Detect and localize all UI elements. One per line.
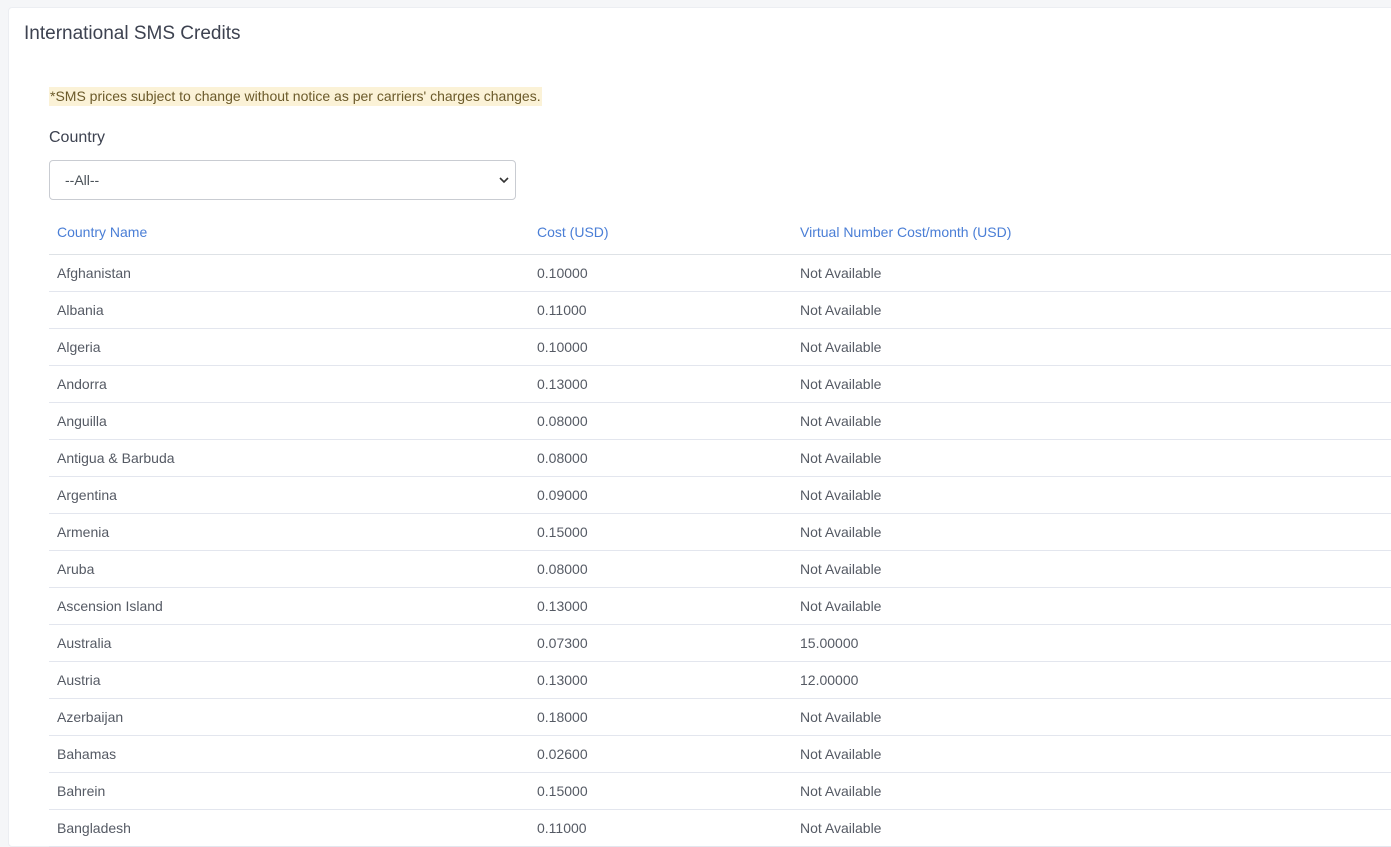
cell-country-name: Bahrein (57, 783, 106, 799)
cell-virtual-number-cost: Not Available (800, 709, 882, 725)
cell-cost: 0.11000 (537, 820, 587, 836)
cell-country-name: Aruba (57, 561, 95, 577)
cell-country-name: Algeria (57, 339, 101, 355)
cell-cost: 0.08000 (537, 413, 588, 429)
table-row: Afghanistan 0.10000 Not Available (49, 255, 1391, 292)
cell-virtual-number-cost: Not Available (800, 450, 882, 466)
cell-cost: 0.07300 (537, 635, 588, 651)
header-cost[interactable]: Cost (USD) (537, 224, 609, 240)
table-row: Algeria 0.10000 Not Available (49, 329, 1391, 366)
cell-cost: 0.13000 (537, 376, 588, 392)
table-row: Bangladesh 0.11000 Not Available (49, 810, 1391, 847)
country-select-value: --All-- (65, 172, 100, 188)
table-row: Austria 0.13000 12.00000 (49, 662, 1391, 699)
table-row: Andorra 0.13000 Not Available (49, 366, 1391, 403)
header-virtual-number-cost[interactable]: Virtual Number Cost/month (USD) (800, 224, 1011, 240)
table-row: Australia 0.07300 15.00000 (49, 625, 1391, 662)
cell-virtual-number-cost: 12.00000 (800, 672, 859, 688)
cell-country-name: Azerbaijan (57, 709, 124, 725)
country-select[interactable]: --All-- (49, 160, 516, 200)
cell-virtual-number-cost: Not Available (800, 598, 882, 614)
cell-country-name: Bangladesh (57, 820, 131, 836)
price-notice: *SMS prices subject to change without no… (49, 87, 542, 106)
cell-cost: 0.11000 (537, 302, 587, 318)
cell-virtual-number-cost: Not Available (800, 746, 882, 762)
cell-virtual-number-cost: Not Available (800, 820, 882, 836)
cell-virtual-number-cost: Not Available (800, 487, 882, 503)
sms-credits-card: International SMS Credits *SMS prices su… (8, 7, 1391, 847)
cell-virtual-number-cost: Not Available (800, 413, 882, 429)
cell-country-name: Austria (57, 672, 101, 688)
cell-virtual-number-cost: 15.00000 (800, 635, 859, 651)
table-row: Antigua & Barbuda 0.08000 Not Available (49, 440, 1391, 477)
cell-country-name: Albania (57, 302, 104, 318)
cell-cost: 0.02600 (537, 746, 588, 762)
table-row: Aruba 0.08000 Not Available (49, 551, 1391, 588)
header-country-name[interactable]: Country Name (57, 224, 147, 240)
cell-cost: 0.10000 (537, 265, 588, 281)
cell-cost: 0.13000 (537, 598, 588, 614)
cell-cost: 0.08000 (537, 561, 588, 577)
country-label: Country (49, 129, 106, 146)
cell-cost: 0.15000 (537, 783, 588, 799)
cell-virtual-number-cost: Not Available (800, 783, 882, 799)
table-row: Bahrein 0.15000 Not Available (49, 773, 1391, 810)
cell-country-name: Ascension Island (57, 598, 163, 614)
cell-cost: 0.18000 (537, 709, 588, 725)
chevron-down-icon (499, 177, 509, 184)
cell-country-name: Anguilla (57, 413, 107, 429)
cell-country-name: Australia (57, 635, 112, 651)
table-row: Anguilla 0.08000 Not Available (49, 403, 1391, 440)
cell-virtual-number-cost: Not Available (800, 376, 882, 392)
cell-virtual-number-cost: Not Available (800, 524, 882, 540)
cell-cost: 0.13000 (537, 672, 588, 688)
table-row: Argentina 0.09000 Not Available (49, 477, 1391, 514)
table-row: Ascension Island 0.13000 Not Available (49, 588, 1391, 625)
cell-cost: 0.09000 (537, 487, 588, 503)
cell-virtual-number-cost: Not Available (800, 339, 882, 355)
cell-country-name: Argentina (57, 487, 117, 503)
table-row: Bahamas 0.02600 Not Available (49, 736, 1391, 773)
cell-country-name: Andorra (57, 376, 107, 392)
table-row: Albania 0.11000 Not Available (49, 292, 1391, 329)
cell-country-name: Bahamas (57, 746, 117, 762)
cell-cost: 0.15000 (537, 524, 588, 540)
cell-cost: 0.08000 (537, 450, 588, 466)
table-row: Azerbaijan 0.18000 Not Available (49, 699, 1391, 736)
page-title: International SMS Credits (24, 23, 241, 44)
cell-country-name: Armenia (57, 524, 110, 540)
sms-price-table: Country Name Cost (USD) Virtual Number C… (49, 217, 1391, 847)
cell-virtual-number-cost: Not Available (800, 265, 882, 281)
cell-country-name: Afghanistan (57, 265, 131, 281)
table-body: Afghanistan 0.10000 Not Available Albania 0.… (49, 255, 1391, 847)
cell-cost: 0.10000 (537, 339, 588, 355)
cell-virtual-number-cost: Not Available (800, 302, 882, 318)
cell-country-name: Antigua & Barbuda (57, 450, 175, 466)
table-header: Country Name Cost (USD) Virtual Number C… (49, 217, 1391, 255)
table-row: Armenia 0.15000 Not Available (49, 514, 1391, 551)
cell-virtual-number-cost: Not Available (800, 561, 882, 577)
